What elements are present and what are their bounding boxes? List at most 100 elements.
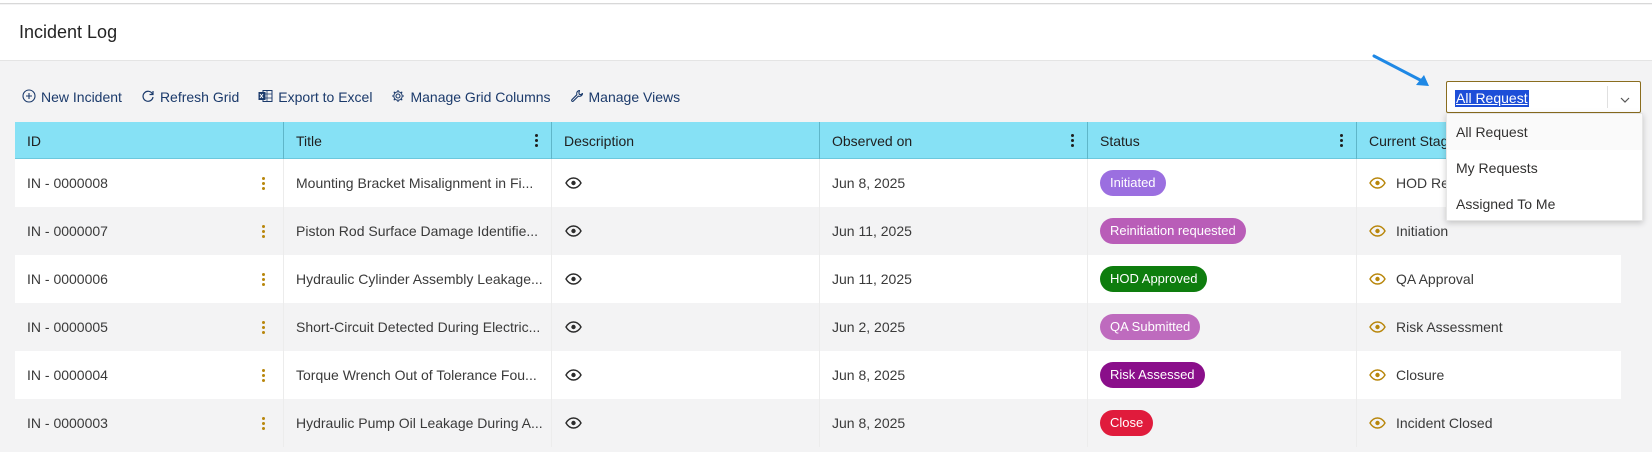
- column-header-observed-on[interactable]: Observed on: [820, 122, 1088, 159]
- view-description-eye-icon[interactable]: [565, 369, 582, 381]
- incident-title: Hydraulic Cylinder Assembly Leakage...: [296, 271, 543, 287]
- manage-views-button[interactable]: Manage Views: [570, 89, 681, 106]
- manage-views-label: Manage Views: [588, 89, 681, 105]
- column-menu-icon[interactable]: [535, 134, 539, 149]
- cell-observed-on: Jun 11, 2025: [820, 255, 1088, 303]
- observed-date: Jun 8, 2025: [832, 367, 906, 383]
- incident-id: IN - 0000007: [27, 223, 108, 239]
- view-stage-eye-icon[interactable]: [1369, 273, 1386, 285]
- cell-status: Risk Assessed: [1088, 351, 1357, 399]
- cell-status: Reinitiation requested: [1088, 207, 1357, 255]
- cell-description: [552, 303, 820, 351]
- view-description-eye-icon[interactable]: [565, 273, 582, 285]
- cell-id: IN - 0000008: [15, 159, 284, 207]
- cell-status: HOD Approved: [1088, 255, 1357, 303]
- new-incident-button[interactable]: New Incident: [22, 88, 122, 106]
- row-menu-icon[interactable]: [262, 225, 265, 240]
- incident-grid: ID Title Description Observed on Status …: [15, 122, 1621, 447]
- view-filter-value: All Request: [1455, 90, 1529, 107]
- excel-icon: [258, 89, 278, 106]
- incident-title: Hydraulic Pump Oil Leakage During A...: [296, 415, 543, 431]
- cell-description: [552, 399, 820, 447]
- table-row[interactable]: IN - 0000004 Torque Wrench Out of Toleran…: [15, 351, 1621, 399]
- column-header-description[interactable]: Description: [552, 122, 820, 159]
- cell-current-stage: Risk Assessment: [1357, 303, 1621, 351]
- view-stage-eye-icon[interactable]: [1369, 321, 1386, 333]
- status-badge: Close: [1100, 410, 1154, 436]
- table-row[interactable]: IN - 0000005 Short-Circuit Detected Durin…: [15, 303, 1621, 351]
- observed-date: Jun 2, 2025: [832, 319, 906, 335]
- table-row[interactable]: IN - 0000008 Mounting Bracket Misalignmen…: [15, 159, 1621, 207]
- column-menu-icon[interactable]: [1340, 134, 1344, 149]
- cell-id: IN - 0000005: [15, 303, 284, 351]
- view-stage-eye-icon[interactable]: [1369, 417, 1386, 429]
- chevron-down-icon[interactable]: [1619, 92, 1631, 110]
- row-menu-icon[interactable]: [262, 369, 265, 384]
- row-menu-icon[interactable]: [262, 417, 265, 432]
- column-header-label: ID: [27, 132, 41, 149]
- incident-title: Short-Circuit Detected During Electric..…: [296, 319, 541, 335]
- incident-id: IN - 0000008: [27, 175, 108, 191]
- cell-id: IN - 0000006: [15, 255, 284, 303]
- cell-id: IN - 0000003: [15, 399, 284, 447]
- cell-observed-on: Jun 8, 2025: [820, 399, 1088, 447]
- pointer-arrow-icon: [1372, 54, 1432, 95]
- observed-date: Jun 8, 2025: [832, 415, 906, 431]
- incident-id: IN - 0000006: [27, 271, 108, 287]
- row-menu-icon[interactable]: [262, 321, 265, 336]
- current-stage-text: HOD Re: [1396, 175, 1449, 191]
- cell-title: Mounting Bracket Misalignment in Fi...: [284, 159, 552, 207]
- grid-body: IN - 0000008 Mounting Bracket Misalignmen…: [15, 159, 1621, 447]
- column-header-title[interactable]: Title: [284, 122, 552, 159]
- view-filter-dropdown: All Request My Requests Assigned To Me: [1446, 113, 1643, 221]
- column-menu-icon[interactable]: [1071, 134, 1075, 149]
- cell-id: IN - 0000004: [15, 351, 284, 399]
- refresh-grid-label: Refresh Grid: [159, 89, 240, 105]
- new-incident-label: New Incident: [41, 89, 122, 105]
- cell-title: Hydraulic Cylinder Assembly Leakage...: [284, 255, 552, 303]
- incident-id: IN - 0000003: [27, 415, 108, 431]
- view-description-eye-icon[interactable]: [565, 225, 582, 237]
- view-description-eye-icon[interactable]: [565, 417, 582, 429]
- view-stage-eye-icon[interactable]: [1369, 177, 1386, 189]
- cell-status: QA Submitted: [1088, 303, 1357, 351]
- current-stage-text: QA Approval: [1396, 271, 1474, 287]
- view-description-eye-icon[interactable]: [565, 321, 582, 333]
- cell-status: Initiated: [1088, 159, 1357, 207]
- incident-title: Piston Rod Surface Damage Identifie...: [296, 223, 539, 239]
- current-stage-text: Incident Closed: [1396, 415, 1493, 431]
- cell-title: Short-Circuit Detected During Electric..…: [284, 303, 552, 351]
- wrench-icon: [570, 89, 589, 106]
- table-row[interactable]: IN - 0000006 Hydraulic Cylinder Assembly …: [15, 255, 1621, 303]
- export-excel-button[interactable]: Export to Excel: [258, 89, 372, 106]
- table-row[interactable]: IN - 0000007 Piston Rod Surface Damage Id…: [15, 207, 1621, 255]
- cell-observed-on: Jun 2, 2025: [820, 303, 1088, 351]
- view-filter-select[interactable]: All Request: [1446, 81, 1641, 113]
- status-badge: Risk Assessed: [1100, 362, 1205, 388]
- toolbar: New Incident Refresh Grid Export to Exce…: [22, 86, 699, 108]
- refresh-grid-button[interactable]: Refresh Grid: [141, 89, 239, 106]
- grid-header-row: ID Title Description Observed on Status …: [15, 122, 1621, 159]
- cell-title: Torque Wrench Out of Tolerance Fou...: [284, 351, 552, 399]
- select-divider: [1607, 86, 1608, 108]
- table-row[interactable]: IN - 0000003 Hydraulic Pump Oil Leakage D…: [15, 399, 1621, 447]
- dropdown-option-assigned-to-me[interactable]: Assigned To Me: [1447, 186, 1642, 222]
- cell-description: [552, 255, 820, 303]
- view-stage-eye-icon[interactable]: [1369, 369, 1386, 381]
- current-stage-text: Risk Assessment: [1396, 319, 1503, 335]
- column-header-label: Title: [296, 132, 322, 149]
- row-menu-icon[interactable]: [262, 273, 265, 288]
- column-header-label: Observed on: [832, 132, 913, 149]
- cell-description: [552, 159, 820, 207]
- dropdown-option-all-request[interactable]: All Request: [1447, 114, 1642, 150]
- column-header-status[interactable]: Status: [1088, 122, 1357, 159]
- view-stage-eye-icon[interactable]: [1369, 225, 1386, 237]
- view-description-eye-icon[interactable]: [565, 177, 582, 189]
- row-menu-icon[interactable]: [262, 177, 265, 192]
- dropdown-option-my-requests[interactable]: My Requests: [1447, 150, 1642, 186]
- current-stage-text: Closure: [1396, 367, 1445, 383]
- manage-columns-button[interactable]: Manage Grid Columns: [391, 89, 551, 106]
- cell-description: [552, 207, 820, 255]
- column-header-id[interactable]: ID: [15, 122, 284, 159]
- status-badge: HOD Approved: [1100, 266, 1208, 292]
